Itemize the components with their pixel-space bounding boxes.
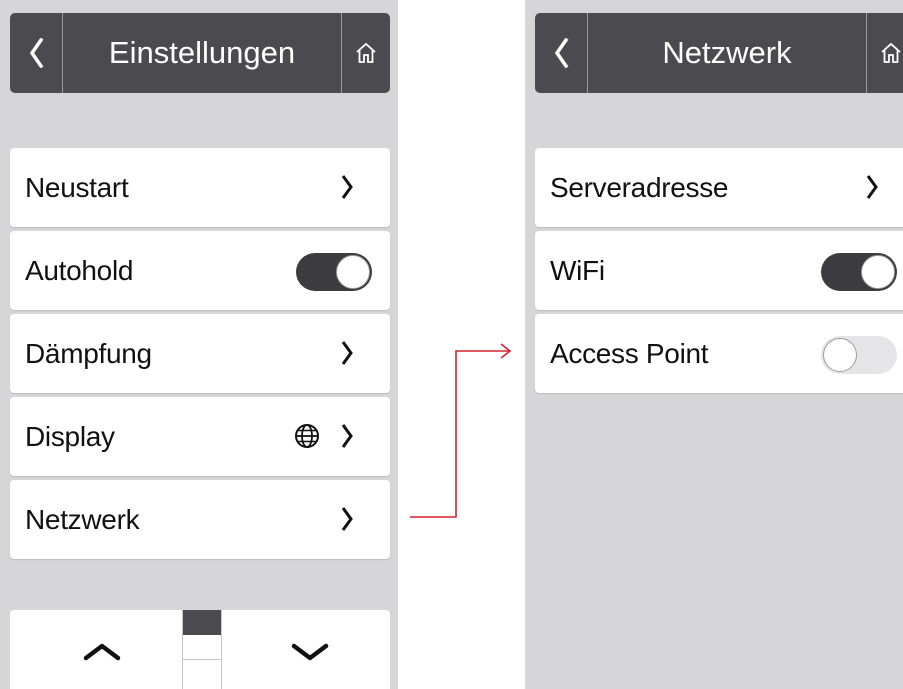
chevron-right-icon xyxy=(341,341,353,365)
autohold-toggle[interactable] xyxy=(296,253,372,291)
menu-item-label: Serveradresse xyxy=(550,171,729,203)
menu-item-label: Autohold xyxy=(25,254,134,286)
menu-item-netzwerk[interactable]: Netzwerk xyxy=(10,480,390,559)
back-button[interactable] xyxy=(535,13,588,93)
chevron-right-icon xyxy=(341,424,353,448)
page-navigation xyxy=(10,610,390,689)
menu-item-wifi[interactable]: WiFi xyxy=(535,231,903,310)
home-button[interactable] xyxy=(866,13,903,93)
chevron-right-icon xyxy=(866,175,878,199)
page-indicator-thumb xyxy=(183,610,221,635)
toggle-knob xyxy=(336,255,370,289)
globe-icon xyxy=(295,424,319,448)
settings-menu: Neustart Autohold Dämpfung Display Netzw… xyxy=(10,148,390,563)
menu-item-autohold[interactable]: Autohold xyxy=(10,231,390,310)
menu-item-label: Neustart xyxy=(25,171,129,203)
back-button[interactable] xyxy=(10,13,63,93)
network-header: Netzwerk xyxy=(535,13,903,93)
page-indicator-divider xyxy=(183,659,221,660)
menu-item-daempfung[interactable]: Dämpfung xyxy=(10,314,390,393)
menu-item-label: WiFi xyxy=(550,254,605,286)
page-indicator xyxy=(182,610,222,689)
access-point-toggle[interactable] xyxy=(821,336,897,374)
home-icon xyxy=(356,42,376,63)
menu-item-label: Display xyxy=(25,420,115,452)
menu-item-label: Access Point xyxy=(550,337,709,369)
wifi-toggle[interactable] xyxy=(821,253,897,291)
settings-screen: Einstellungen Neustart Autohold Dämpfung… xyxy=(0,0,398,689)
toggle-knob xyxy=(823,338,857,372)
menu-item-neustart[interactable]: Neustart xyxy=(10,148,390,227)
home-button[interactable] xyxy=(341,13,390,93)
menu-item-label: Dämpfung xyxy=(25,337,152,369)
chevron-down-icon[interactable] xyxy=(290,640,330,662)
page-title: Einstellungen xyxy=(108,35,296,70)
network-screen: Netzwerk Serveradresse WiFi Access Point xyxy=(525,0,903,689)
menu-item-access-point[interactable]: Access Point xyxy=(535,314,903,393)
home-icon xyxy=(881,42,901,63)
back-chevron-icon xyxy=(29,38,44,68)
chevron-right-icon xyxy=(341,175,353,199)
back-chevron-icon xyxy=(554,38,569,68)
chevron-right-icon xyxy=(341,507,353,531)
settings-header: Einstellungen xyxy=(10,13,390,93)
toggle-knob xyxy=(861,255,895,289)
menu-item-label: Netzwerk xyxy=(25,503,140,535)
menu-item-serveradresse[interactable]: Serveradresse xyxy=(535,148,903,227)
chevron-up-icon[interactable] xyxy=(82,640,122,662)
menu-item-display[interactable]: Display xyxy=(10,397,390,476)
page-title: Netzwerk xyxy=(662,35,792,70)
network-menu: Serveradresse WiFi Access Point xyxy=(535,148,903,397)
navigation-arrow xyxy=(410,343,512,518)
